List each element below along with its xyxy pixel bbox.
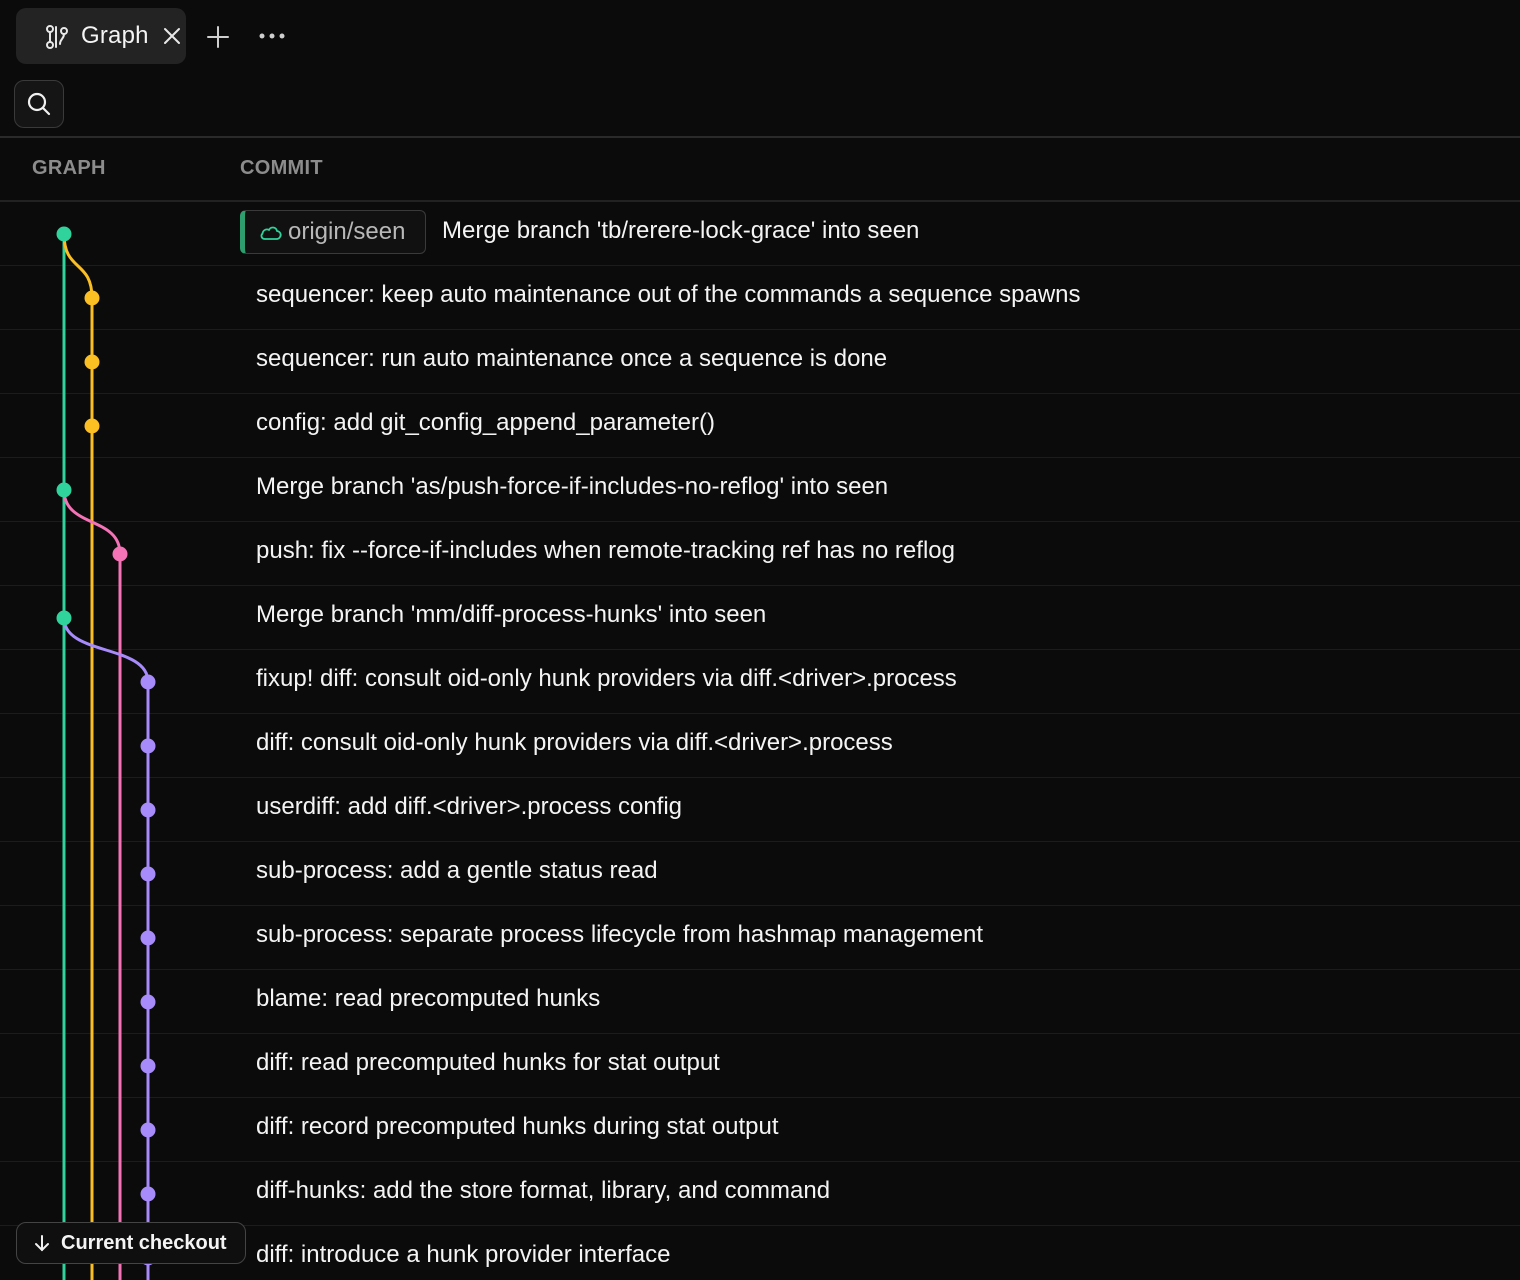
commit-message: fixup! diff: consult oid-only hunk provi… xyxy=(256,665,957,692)
commit-row[interactable]: diff-hunks: add the store format, librar… xyxy=(0,1162,1520,1226)
column-header-commit: COMMIT xyxy=(240,157,323,179)
commit-message: Merge branch 'mm/diff-process-hunks' int… xyxy=(256,601,767,628)
current-checkout-button[interactable]: Current checkout xyxy=(16,1222,246,1264)
close-icon[interactable] xyxy=(161,25,183,47)
commit-row[interactable]: Merge branch 'mm/diff-process-hunks' int… xyxy=(0,586,1520,650)
git-branch-icon xyxy=(46,25,68,49)
commit-message: diff: introduce a hunk provider interfac… xyxy=(256,1241,671,1268)
commit-row[interactable]: userdiff: add diff.<driver>.process conf… xyxy=(0,778,1520,842)
commit-row[interactable]: Merge branch 'as/push-force-if-includes-… xyxy=(0,458,1520,522)
commit-message: push: fix --force-if-includes when remot… xyxy=(256,537,955,564)
cloud-icon xyxy=(260,226,282,240)
commit-message: diff: read precomputed hunks for stat ou… xyxy=(256,1049,720,1076)
commit-message: sub-process: add a gentle status read xyxy=(256,857,658,884)
commit-row[interactable]: diff: record precomputed hunks during st… xyxy=(0,1098,1520,1162)
column-header-graph: GRAPH xyxy=(32,157,106,179)
commit-message: sequencer: run auto maintenance once a s… xyxy=(256,345,888,372)
commit-message: Merge branch 'tb/rerere-lock-grace' into… xyxy=(442,217,920,244)
tab-title: Graph xyxy=(81,22,149,49)
commit-message: diff-hunks: add the store format, librar… xyxy=(256,1177,831,1204)
arrow-down-icon xyxy=(35,1235,49,1252)
commit-message: userdiff: add diff.<driver>.process conf… xyxy=(256,793,683,820)
commit-row[interactable]: blame: read precomputed hunks xyxy=(0,970,1520,1034)
commit-message: diff: consult oid-only hunk providers vi… xyxy=(256,729,893,756)
ellipsis-icon[interactable] xyxy=(258,30,286,42)
ref-label: origin/seen xyxy=(288,218,406,245)
tab-bar: Graph xyxy=(0,0,1520,72)
tab-graph[interactable]: Graph xyxy=(16,8,186,64)
plus-icon[interactable] xyxy=(205,24,231,50)
commit-row[interactable]: push: fix --force-if-includes when remot… xyxy=(0,522,1520,586)
toolbar-divider xyxy=(0,136,1520,138)
search-button[interactable] xyxy=(14,80,64,128)
current-checkout-label: Current checkout xyxy=(61,1232,227,1254)
commit-message: sub-process: separate process lifecycle … xyxy=(256,921,984,948)
commit-list: origin/seen Merge branch 'tb/rerere-lock-… xyxy=(0,202,1520,1280)
commit-message: sequencer: keep auto maintenance out of … xyxy=(256,281,1081,308)
commit-row[interactable]: fixup! diff: consult oid-only hunk provi… xyxy=(0,650,1520,714)
commit-row[interactable]: sub-process: separate process lifecycle … xyxy=(0,906,1520,970)
ref-badge[interactable]: origin/seen xyxy=(240,210,426,254)
commit-row[interactable]: sequencer: run auto maintenance once a s… xyxy=(0,330,1520,394)
commit-message: blame: read precomputed hunks xyxy=(256,985,601,1012)
commit-row[interactable]: diff: read precomputed hunks for stat ou… xyxy=(0,1034,1520,1098)
commit-row[interactable]: diff: consult oid-only hunk providers vi… xyxy=(0,714,1520,778)
commit-row[interactable]: sub-process: add a gentle status read xyxy=(0,842,1520,906)
commit-message: diff: record precomputed hunks during st… xyxy=(256,1113,779,1140)
commit-row[interactable]: sequencer: keep auto maintenance out of … xyxy=(0,266,1520,330)
commit-message: Merge branch 'as/push-force-if-includes-… xyxy=(256,473,889,500)
search-icon xyxy=(27,92,51,116)
commit-message: config: add git_config_append_parameter(… xyxy=(256,409,715,436)
git-graph-window: Graph GRAPH COMMIT origin/seen Merge bran… xyxy=(0,0,1520,1280)
commit-row[interactable]: config: add git_config_append_parameter(… xyxy=(0,394,1520,458)
commit-row[interactable]: origin/seen Merge branch 'tb/rerere-lock-… xyxy=(0,202,1520,266)
